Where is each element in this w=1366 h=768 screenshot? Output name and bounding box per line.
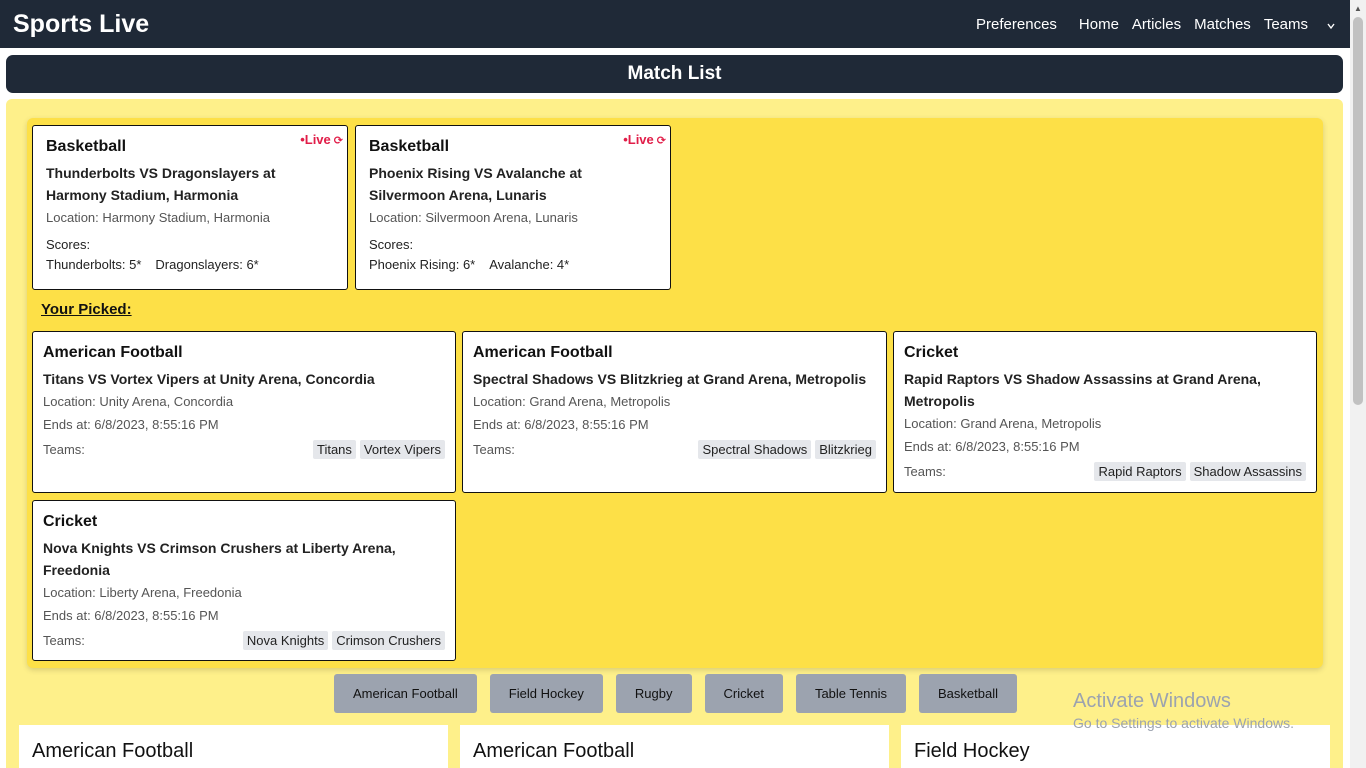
sport-section-card[interactable]: American Football — [19, 725, 448, 768]
team-chip[interactable]: Vortex Vipers — [359, 440, 445, 459]
filter-field-hockey[interactable]: Field Hockey — [489, 674, 603, 713]
match-location: Location: Grand Arena, Metropolis — [473, 394, 671, 409]
teams-label: Teams: — [473, 442, 515, 457]
sport-section-card[interactable]: American Football — [460, 725, 889, 768]
match-ends: Ends at: 6/8/2023, 8:55:16 PM — [904, 439, 1080, 454]
match-title: Phoenix Rising VS Avalanche at Silvermoo… — [369, 165, 582, 203]
match-ends: Ends at: 6/8/2023, 8:55:16 PM — [473, 417, 649, 432]
picked-match-card[interactable]: Cricket Nova Knights VS Crimson Crushers… — [32, 500, 456, 661]
teams-label: Teams: — [904, 464, 946, 479]
score-team2: Dragonslayers: 6* — [155, 257, 259, 272]
live-label: •Live — [300, 132, 331, 147]
match-location: Location: Grand Arena, Metropolis — [904, 416, 1102, 431]
match-sport: Basketball — [46, 138, 127, 155]
teams-row: Teams: Rapid Raptors Shadow Assassins — [904, 462, 1306, 481]
filter-cricket[interactable]: Cricket — [704, 674, 783, 713]
match-sport: American Football — [473, 344, 613, 361]
filter-basketball[interactable]: Basketball — [919, 674, 1017, 713]
match-title: Titans VS Vortex Vipers at Unity Arena, … — [43, 371, 375, 387]
refresh-icon[interactable]: ⟳ — [657, 135, 666, 147]
filter-rugby[interactable]: Rugby — [615, 674, 692, 713]
match-sport: Basketball — [369, 138, 450, 155]
team-chip[interactable]: Nova Knights — [242, 631, 329, 650]
navbar: Sports Live Preferences Home Articles Ma… — [0, 0, 1350, 48]
filter-table-tennis[interactable]: Table Tennis — [795, 674, 906, 713]
teams-row: Teams: Titans Vortex Vipers — [43, 440, 445, 459]
activate-windows-watermark: Activate Windows Go to Settings to activ… — [1073, 690, 1294, 731]
match-location: Location: Harmony Stadium, Harmonia — [46, 210, 270, 225]
match-location: Location: Liberty Arena, Freedonia — [43, 585, 242, 600]
live-badge: •Live ⟳ — [300, 132, 343, 147]
nav-articles[interactable]: Articles — [1132, 16, 1181, 33]
nav-links: Preferences Home Articles Matches Teams — [976, 16, 1336, 33]
live-match-card[interactable]: •Live ⟳ Basketball Thunderbolts VS Dragon… — [32, 125, 348, 290]
match-title: Rapid Raptors VS Shadow Assassins at Gra… — [904, 371, 1261, 409]
page-title: Match List — [6, 55, 1343, 93]
picked-match-card[interactable]: American Football Spectral Shadows VS Bl… — [462, 331, 887, 493]
scores-label: Scores: — [369, 237, 414, 252]
match-title: Spectral Shadows VS Blitzkrieg at Grand … — [473, 371, 867, 387]
watermark-title: Activate Windows — [1073, 690, 1231, 712]
team-chip[interactable]: Spectral Shadows — [698, 440, 812, 459]
scores-row: Phoenix Rising: 6* Avalanche: 4* — [369, 257, 657, 272]
refresh-icon[interactable]: ⟳ — [334, 135, 343, 147]
picked-match-card[interactable]: American Football Titans VS Vortex Viper… — [32, 331, 456, 493]
picked-match-card[interactable]: Cricket Rapid Raptors VS Shadow Assassin… — [893, 331, 1317, 493]
score-team1: Phoenix Rising: 6* — [369, 257, 476, 272]
match-location: Location: Silvermoon Arena, Lunaris — [369, 210, 578, 225]
match-title: Thunderbolts VS Dragonslayers at Harmony… — [46, 165, 276, 203]
team-chip[interactable]: Titans — [312, 440, 356, 459]
teams-label: Teams: — [43, 442, 85, 457]
match-location: Location: Unity Arena, Concordia — [43, 394, 234, 409]
score-team2: Avalanche: 4* — [489, 257, 570, 272]
scores-row: Thunderbolts: 5* Dragonslayers: 6* — [46, 257, 334, 272]
scores-label: Scores: — [46, 237, 91, 252]
scroll-thumb[interactable] — [1353, 17, 1363, 405]
vertical-scrollbar[interactable]: ▲ — [1350, 0, 1366, 768]
watermark-subtitle: Go to Settings to activate Windows. — [1073, 715, 1294, 731]
picked-heading: Your Picked: — [41, 301, 132, 318]
nav-home[interactable]: Home — [1079, 16, 1119, 33]
teams-label: Teams: — [43, 633, 85, 648]
live-match-card[interactable]: •Live ⟳ Basketball Phoenix Rising VS Aval… — [355, 125, 671, 290]
score-team1: Thunderbolts: 5* — [46, 257, 142, 272]
scroll-up-arrow-icon[interactable]: ▲ — [1350, 0, 1366, 16]
teams-row: Teams: Nova Knights Crimson Crushers — [43, 631, 445, 650]
nav-matches[interactable]: Matches — [1194, 16, 1251, 33]
sport-section-card[interactable]: Field Hockey — [901, 725, 1330, 768]
team-chip[interactable]: Rapid Raptors — [1094, 462, 1186, 481]
team-chip[interactable]: Crimson Crushers — [332, 631, 445, 650]
team-chip[interactable]: Shadow Assassins — [1189, 462, 1306, 481]
live-badge: •Live ⟳ — [623, 132, 666, 147]
sport-filter-bar: American Football Field Hockey Rugby Cri… — [334, 674, 1030, 713]
match-title: Nova Knights VS Crimson Crushers at Libe… — [43, 540, 396, 578]
team-chip[interactable]: Blitzkrieg — [815, 440, 876, 459]
nav-teams[interactable]: Teams — [1264, 16, 1308, 33]
match-ends: Ends at: 6/8/2023, 8:55:16 PM — [43, 608, 219, 623]
live-label: •Live — [623, 132, 654, 147]
filter-american-football[interactable]: American Football — [334, 674, 477, 713]
match-sport: Cricket — [43, 513, 98, 530]
nav-preferences[interactable]: Preferences — [976, 16, 1057, 33]
teams-row: Teams: Spectral Shadows Blitzkrieg — [473, 440, 876, 459]
brand-logo[interactable]: Sports Live — [13, 10, 149, 39]
match-sport: American Football — [43, 344, 183, 361]
match-ends: Ends at: 6/8/2023, 8:55:16 PM — [43, 417, 219, 432]
chevron-down-icon[interactable] — [1326, 18, 1336, 29]
match-sport: Cricket — [904, 344, 959, 361]
